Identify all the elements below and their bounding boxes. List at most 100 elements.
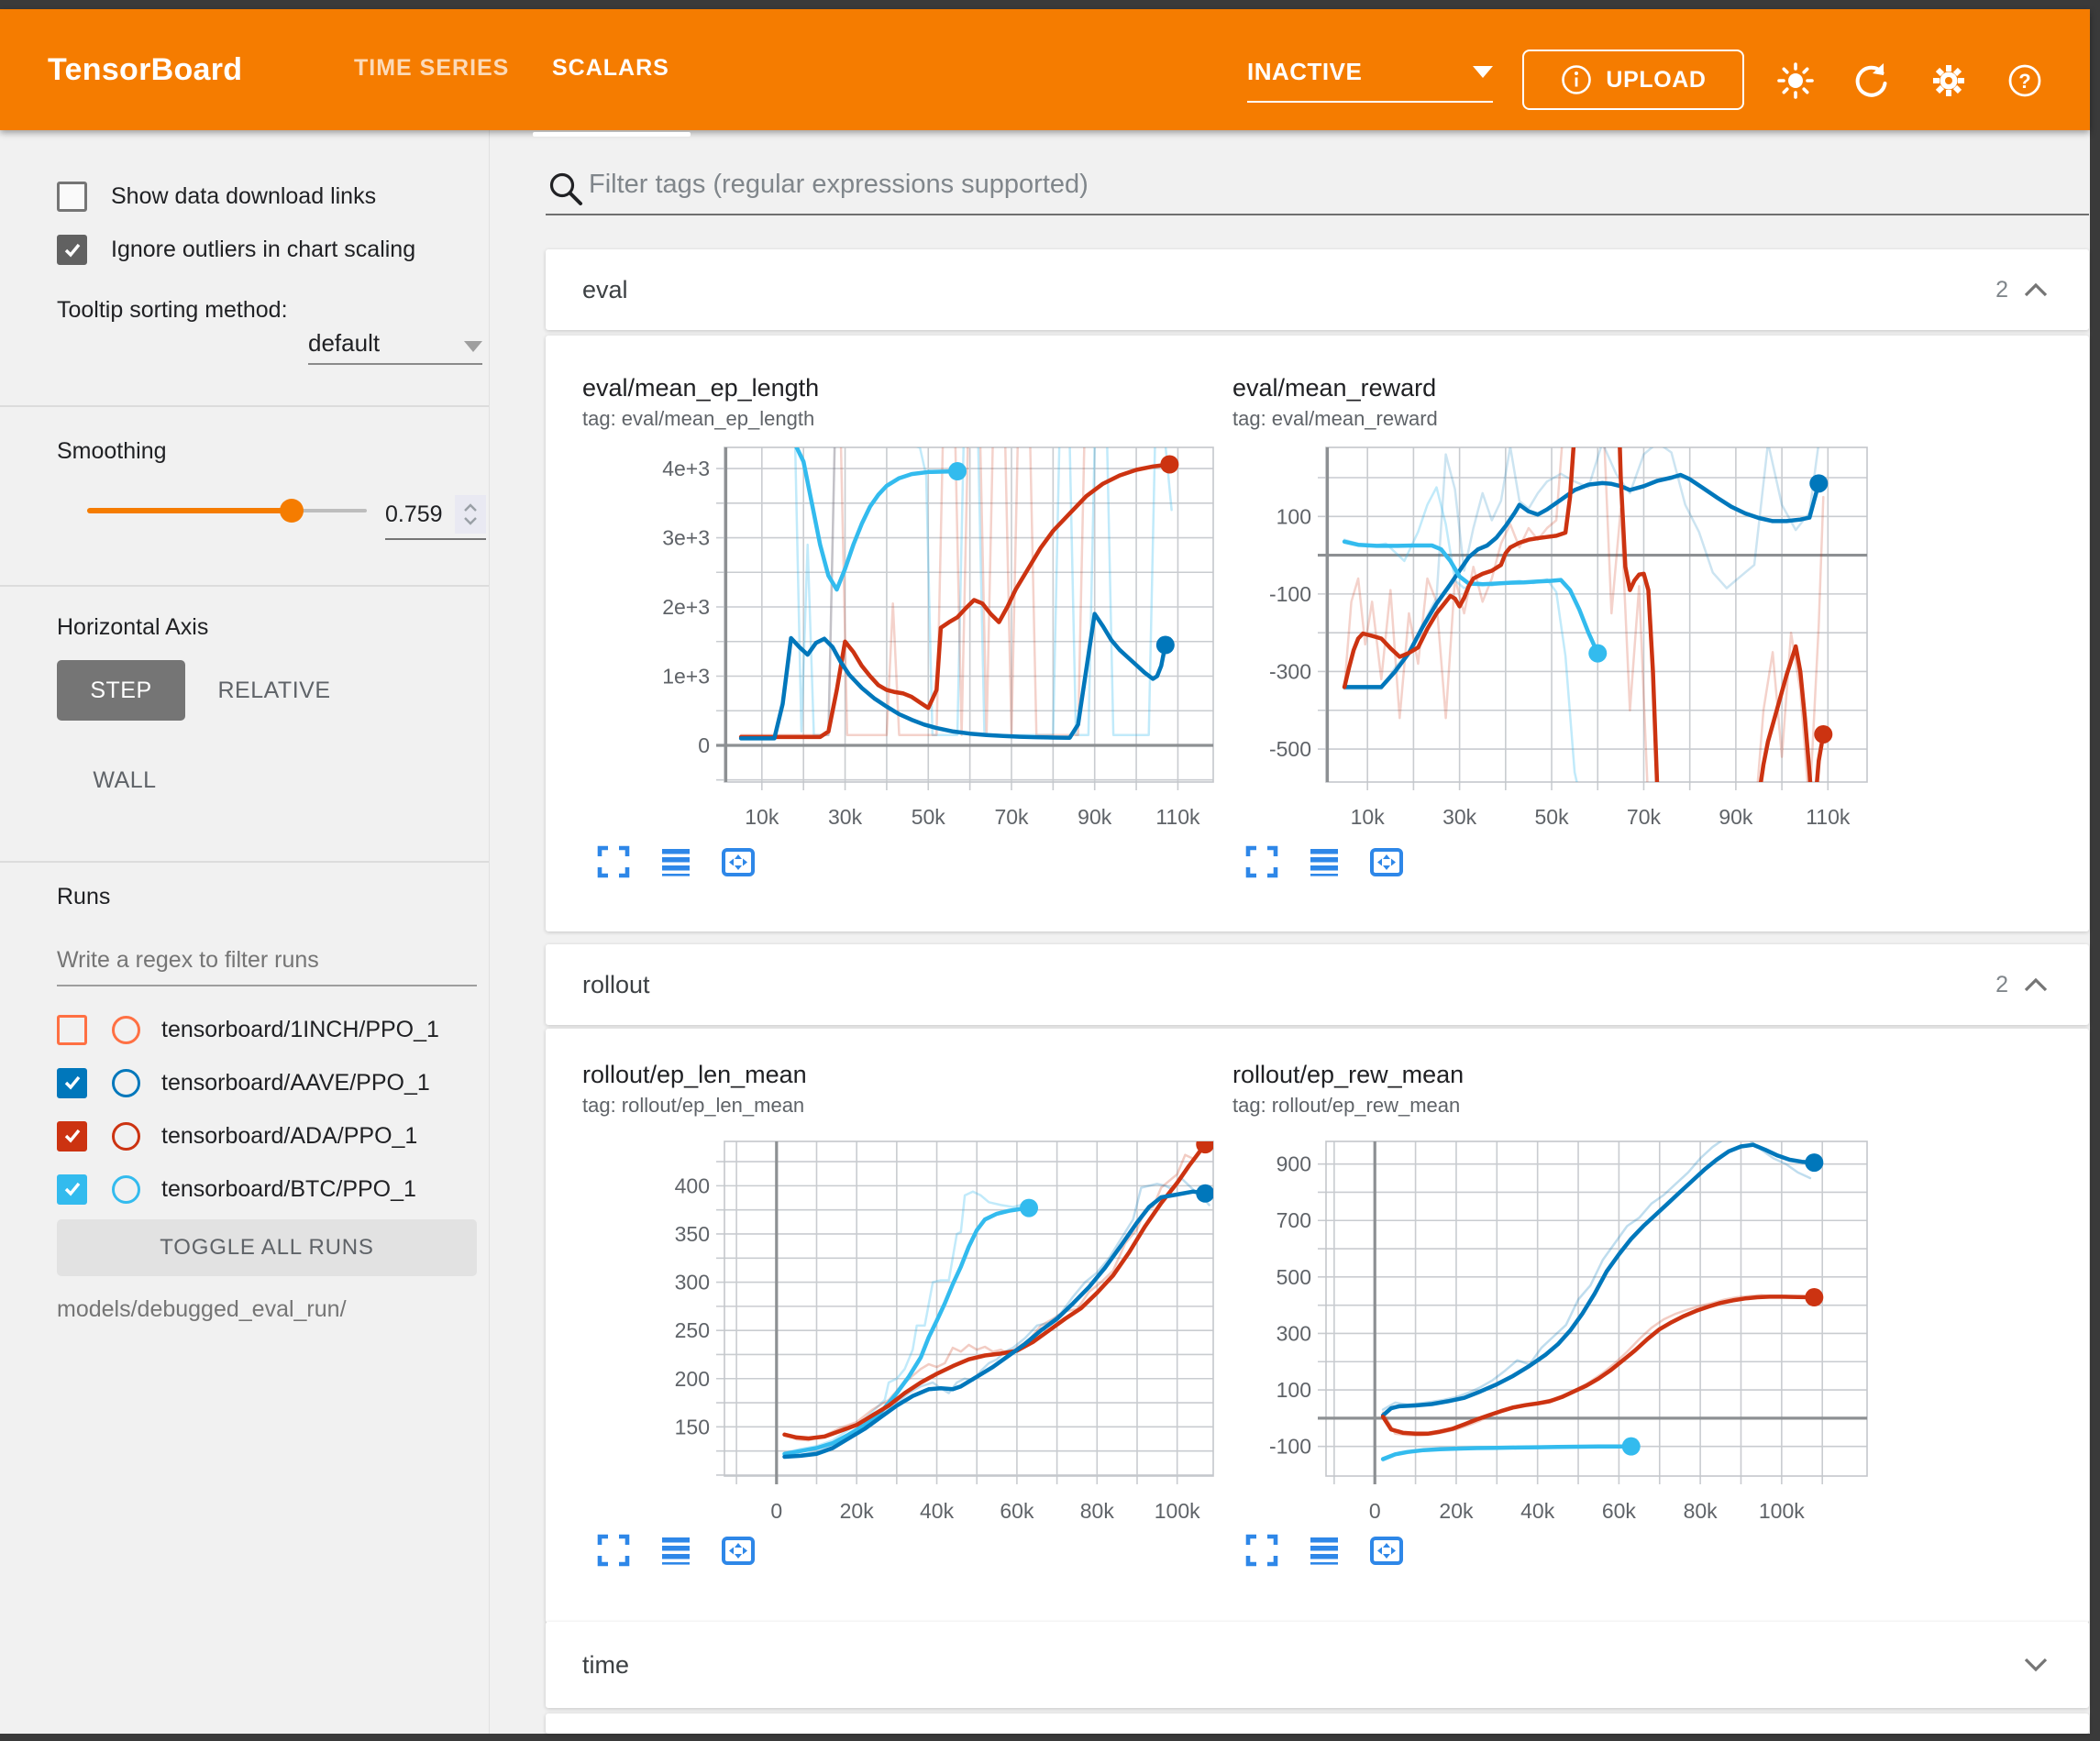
upload-button[interactable]: UPLOAD (1522, 50, 1744, 110)
chart-tag: tag: eval/mean_reward (1232, 407, 1438, 431)
section-title: time (582, 1651, 629, 1680)
scrollbar-track[interactable] (2090, 0, 2100, 1741)
y-axis-tick-label: 1e+3 (662, 664, 710, 688)
chart-tag: tag: eval/mean_ep_length (582, 407, 814, 431)
run-color-ring (112, 1122, 140, 1151)
runs-filter-placeholder: Write a regex to filter runs (57, 947, 319, 974)
expand-icon[interactable] (595, 1532, 632, 1569)
chevron-down-icon[interactable] (2023, 1657, 2049, 1673)
plot-border (1326, 447, 1867, 782)
chart-tag: tag: rollout/ep_rew_mean (1232, 1094, 1460, 1118)
chart-toolbar (1243, 843, 1405, 880)
series-endpoint-dot-AAVE (1196, 1185, 1214, 1203)
run-row-btc[interactable]: tensorboard/BTC/PPO_1 (57, 1163, 416, 1216)
slider-knob[interactable] (280, 499, 304, 523)
run-checkbox[interactable] (57, 1121, 87, 1151)
fit-domain-icon[interactable] (1368, 843, 1405, 880)
status-dropdown[interactable]: INACTIVE (1247, 42, 1493, 103)
expand-icon[interactable] (1243, 1532, 1280, 1569)
fit-domain-icon[interactable] (1368, 1532, 1405, 1569)
chart-canvas-rollout-ep-rew-mean[interactable]: 900700500300100-100020k40k60k80k100k (1243, 1132, 1880, 1529)
y-axis-tick-label: 2e+3 (662, 595, 710, 619)
runs-directory-path: models/debugged_eval_run/ (57, 1296, 347, 1323)
x-axis-tick-label: 80k (1080, 1499, 1115, 1523)
section-header-eval[interactable]: eval 2 (546, 249, 2089, 330)
y-axis-tick-label: 350 (675, 1222, 710, 1246)
help-icon[interactable]: ? (2005, 61, 2045, 101)
section-header-time[interactable]: time (546, 1622, 2089, 1708)
y-axis-tick-label: 700 (1277, 1208, 1311, 1232)
series-endpoint-dot-BTC (1588, 645, 1607, 663)
x-axis-tick-label: 50k (912, 805, 946, 829)
data-table-icon[interactable] (658, 843, 694, 880)
x-axis-tick-label: 40k (1520, 1499, 1555, 1523)
section-header-partial (546, 1713, 2089, 1734)
run-color-ring (112, 1069, 140, 1097)
run-label: tensorboard/AAVE/PPO_1 (161, 1070, 430, 1096)
expand-icon[interactable] (1243, 843, 1280, 880)
axis-step-button[interactable]: STEP (57, 660, 185, 721)
x-axis-tick-label: 20k (840, 1499, 875, 1523)
chart-title: rollout/ep_len_mean (582, 1061, 807, 1089)
data-table-icon[interactable] (658, 1532, 694, 1569)
fit-domain-icon[interactable] (720, 843, 757, 880)
data-table-icon[interactable] (1306, 843, 1343, 880)
run-row-ada[interactable]: tensorboard/ADA/PPO_1 (57, 1109, 417, 1163)
show-download-links-row[interactable]: Show data download links (57, 182, 376, 212)
chart-toolbar (595, 1532, 757, 1569)
data-table-icon[interactable] (1306, 1532, 1343, 1569)
series-line-BTC-raw (785, 1192, 1030, 1453)
y-axis-tick-label: 250 (675, 1318, 710, 1342)
number-spinner[interactable] (455, 495, 486, 534)
refresh-icon[interactable] (1851, 61, 1892, 101)
series-line-BTC-raw (1344, 488, 1582, 804)
chevron-up-icon[interactable] (2023, 281, 2049, 298)
fit-domain-icon[interactable] (720, 1532, 757, 1569)
filter-tags-input[interactable]: Filter tags (regular expressions support… (589, 170, 1089, 200)
brightness-icon[interactable] (1775, 61, 1816, 101)
y-axis-tick-label: 900 (1277, 1152, 1311, 1176)
chevron-down-icon[interactable] (463, 516, 478, 525)
sidebar: Show data download links Ignore outliers… (0, 130, 490, 1734)
run-checkbox[interactable] (57, 1015, 87, 1045)
chevron-up-icon[interactable] (463, 503, 478, 512)
chevron-up-icon[interactable] (2023, 976, 2049, 993)
ignore-outliers-row[interactable]: Ignore outliers in chart scaling (57, 235, 415, 265)
x-axis-tick-label: 110k (1155, 805, 1200, 829)
checkbox-unchecked[interactable] (57, 182, 87, 212)
window-frame-top (0, 0, 2100, 9)
axis-wall-button[interactable]: WALL (70, 750, 180, 810)
toggle-all-runs-button[interactable]: TOGGLE ALL RUNS (57, 1219, 477, 1276)
series-endpoint-dot-BTC (948, 462, 967, 480)
run-row-aave[interactable]: tensorboard/AAVE/PPO_1 (57, 1056, 430, 1109)
tab-time-series[interactable]: TIME SERIES (354, 9, 509, 127)
run-label: tensorboard/ADA/PPO_1 (161, 1123, 417, 1150)
app-title: TensorBoard (48, 9, 242, 130)
axis-relative-button[interactable]: RELATIVE (207, 660, 341, 721)
series-endpoint-dot-ADA (1160, 455, 1178, 473)
x-axis-tick-label: 30k (1442, 805, 1477, 829)
runs-filter-input[interactable]: Write a regex to filter runs (57, 935, 477, 986)
y-axis-tick-label: 100 (1277, 504, 1311, 528)
x-axis-tick-label: 90k (1078, 805, 1112, 829)
window-frame-bottom (0, 1734, 2100, 1741)
chart-canvas-rollout-ep-len-mean[interactable]: 150200250300350400020k40k60k80k100k (642, 1132, 1226, 1529)
run-checkbox[interactable] (57, 1174, 87, 1205)
section-title: rollout (582, 971, 650, 999)
smoothing-value: 0.759 (385, 501, 443, 528)
section-header-rollout[interactable]: rollout 2 (546, 944, 2089, 1025)
y-axis-tick-label: 0 (698, 733, 710, 757)
tooltip-sorting-dropdown[interactable]: default (308, 310, 482, 365)
run-checkbox[interactable] (57, 1068, 87, 1098)
tab-scalars[interactable]: SCALARS (552, 9, 669, 127)
x-axis-tick-label: 110k (1806, 805, 1851, 829)
chart-canvas-eval-mean-reward[interactable]: 100-100-300-50010k30k50k70k90k110k (1243, 438, 1880, 835)
settings-gear-icon[interactable] (1929, 61, 1969, 101)
x-axis-tick-label: 0 (770, 1499, 782, 1523)
checkbox-checked[interactable] (57, 235, 87, 265)
expand-icon[interactable] (595, 843, 632, 880)
run-row-1inch[interactable]: tensorboard/1INCH/PPO_1 (57, 1003, 439, 1056)
checkbox-label: Show data download links (111, 183, 376, 210)
smoothing-value-field[interactable]: 0.759 (385, 490, 486, 540)
chart-canvas-eval-mean-ep-length[interactable]: 01e+32e+33e+34e+310k30k50k70k90k110k (642, 438, 1226, 835)
